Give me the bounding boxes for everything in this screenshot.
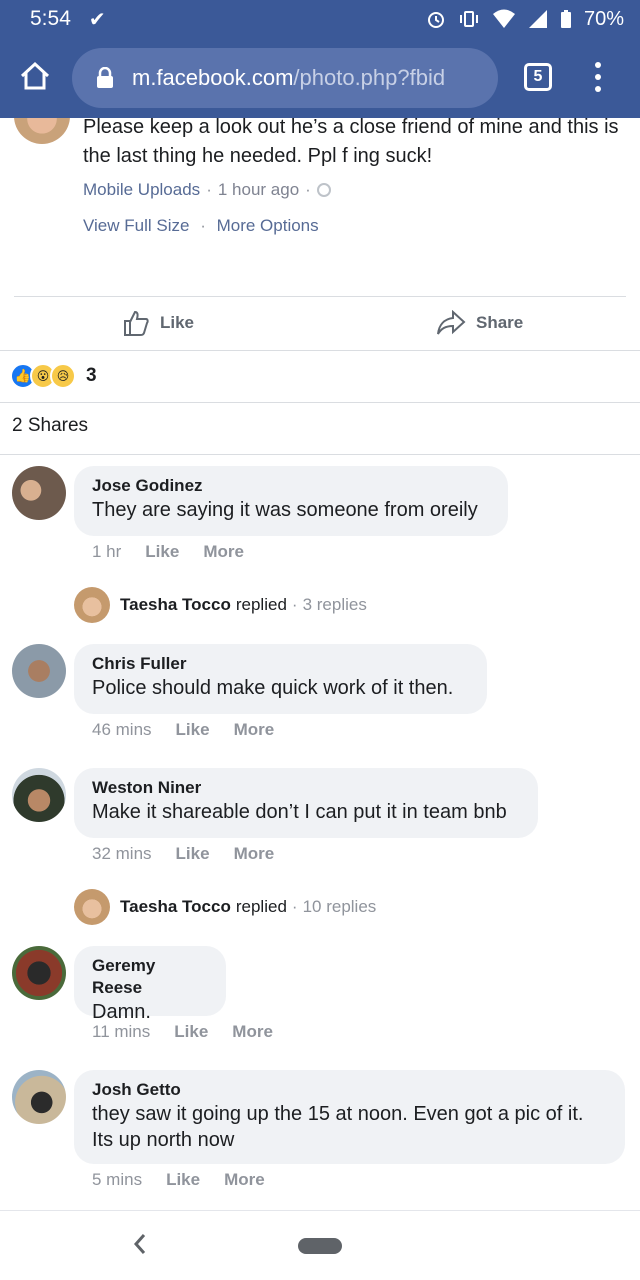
url-host: m.facebook.com [132,65,294,90]
url-row: m.facebook.com/photo.php?fbid 5 [0,46,640,110]
comment-time: 46 mins [92,720,152,739]
comment-time: 32 mins [92,844,152,863]
comment-like-button[interactable]: Like [176,720,210,740]
view-full-size-link[interactable]: View Full Size [83,216,189,235]
commenter-name[interactable]: Geremy Reese [92,955,208,999]
reply-avatar [74,587,110,623]
browser-header: 5:54 ✔ 70% m.facebook.com/photo.php?fbid… [0,0,640,118]
comment-actions: 32 mins Like More [92,844,274,864]
commenter-name[interactable]: Jose Godinez [92,475,490,497]
commenter-avatar[interactable] [12,644,66,698]
shares-count[interactable]: 2 Shares [12,415,88,437]
url-text: m.facebook.com/photo.php?fbid [132,65,445,91]
system-nav-bar [0,1210,640,1280]
thumbs-up-icon [124,310,149,336]
separator-dot: · [206,180,212,199]
battery-icon [560,10,571,28]
comment-actions: 11 mins Like More [92,1022,273,1042]
comment-bubble: Josh Getto they saw it going up the 15 a… [74,1070,625,1164]
comment-time: 11 mins [92,1022,151,1041]
replies-link[interactable]: Taesha Tocco replied · 10 replies [74,889,376,925]
status-time: 5:54 [30,7,71,30]
reply-avatar [74,889,110,925]
commenter-avatar[interactable] [12,946,66,1000]
commenter-name[interactable]: Chris Fuller [92,653,469,675]
reaction-count: 3 [86,365,97,386]
divider [0,454,640,455]
status-icons: 70% [426,8,624,31]
comment-like-button[interactable]: Like [174,1022,208,1042]
status-bar: 5:54 ✔ 70% [0,0,640,38]
divider [0,350,640,351]
home-pill-button[interactable] [298,1238,342,1254]
share-button[interactable]: Share [436,306,523,340]
separator-dot: · [305,180,311,199]
comment-time: 5 mins [92,1170,143,1189]
comment-text: They are saying it was someone from orei… [92,499,478,521]
reactions-summary[interactable]: 👍 😮 😥 3 [10,363,97,389]
comment-more-button[interactable]: More [234,844,275,864]
reply-author: Taesha Tocco [120,595,231,614]
divider [14,296,626,297]
post-meta: Mobile Uploads · 1 hour ago · [83,180,331,200]
comment-bubble: Jose Godinez They are saying it was some… [74,466,508,536]
separator-dot: · [291,595,298,614]
alarm-icon [427,12,444,28]
comment-like-button[interactable]: Like [176,844,210,864]
check-download-icon: ✔ [88,8,106,31]
wifi-icon [492,9,515,28]
vibrate-icon [459,11,478,27]
replies-link[interactable]: Taesha Tocco replied · 3 replies [74,587,367,623]
commenter-name[interactable]: Josh Getto [92,1079,607,1101]
comment-more-button[interactable]: More [203,542,244,562]
post-links: View Full Size · More Options [83,216,319,236]
comment-actions: 5 mins Like More [92,1170,265,1190]
reply-action: replied [235,595,287,614]
battery-level: 70% [583,7,624,30]
globe-icon [316,183,331,197]
divider [0,402,640,403]
home-icon[interactable] [18,60,52,92]
like-button[interactable]: Like [122,306,194,340]
comment-text: they saw it going up the 15 at noon. Eve… [92,1103,584,1151]
separator-dot: · [291,897,298,916]
commenter-avatar[interactable] [12,768,66,822]
comment-more-button[interactable]: More [232,1022,273,1042]
comment-like-button[interactable]: Like [166,1170,200,1190]
comment-bubble: Chris Fuller Police should make quick wo… [74,644,487,714]
share-arrow-icon [437,310,466,335]
separator-dot: · [200,216,206,235]
like-label: Like [160,313,195,332]
comment-actions: 46 mins Like More [92,720,274,740]
comment-actions: 1 hr Like More [92,542,244,562]
signal-icon [528,10,547,28]
reply-count: 3 replies [302,595,367,614]
back-chevron-icon[interactable] [130,1229,150,1259]
comment-more-button[interactable]: More [234,720,275,740]
more-options-link[interactable]: More Options [217,216,319,235]
post-caption: Please keep a look out he’s a close frie… [83,116,619,167]
overflow-menu-icon[interactable] [594,62,602,92]
reply-action: replied [235,897,287,916]
commenter-name[interactable]: Weston Niner [92,777,520,799]
post-time: 1 hour ago [217,180,300,199]
reply-count: 10 replies [302,897,377,916]
reply-author: Taesha Tocco [120,897,231,916]
comment-text: Police should make quick work of it then… [92,677,454,699]
lock-icon [97,67,113,88]
comment-more-button[interactable]: More [224,1170,265,1190]
comment-bubble: Geremy Reese Damn. [74,946,226,1023]
commenter-avatar[interactable] [12,1070,66,1124]
comment-like-button[interactable]: Like [145,542,179,562]
comment-bubble: Weston Niner Make it shareable don’t I c… [74,768,538,838]
url-path: /photo.php?fbid [293,65,446,90]
sad-reaction-icon: 😥 [50,363,76,389]
share-label: Share [476,313,524,332]
comment-time: 1 hr [92,542,122,561]
commenter-avatar[interactable] [12,466,66,520]
album-link[interactable]: Mobile Uploads [83,180,200,200]
comment-text: Make it shareable don’t I can put it in … [92,801,507,823]
address-bar[interactable]: m.facebook.com/photo.php?fbid [72,48,498,108]
tab-switcher-button[interactable]: 5 [524,63,552,91]
